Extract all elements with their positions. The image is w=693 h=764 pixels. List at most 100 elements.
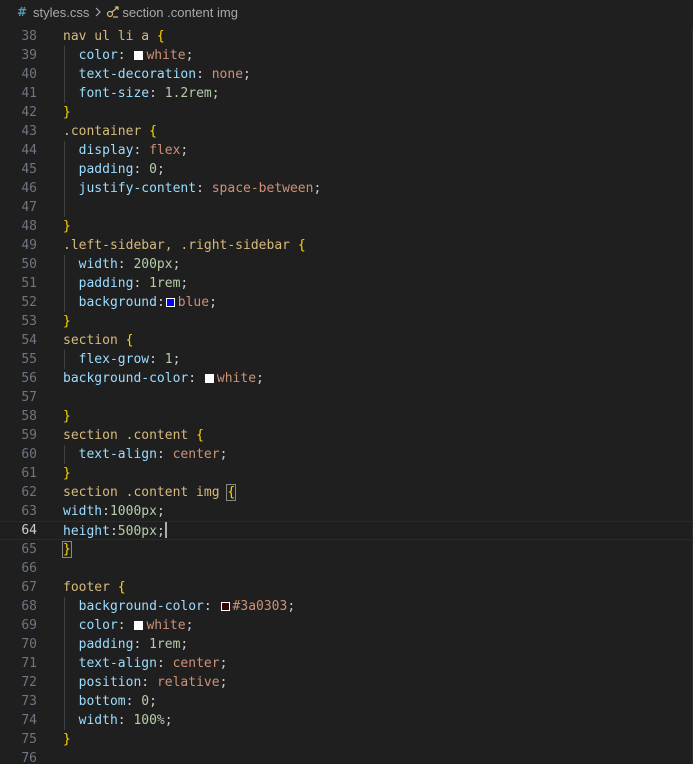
code-line[interactable]: 72 position: relative; [0, 673, 693, 692]
code-line[interactable]: 56 background-color: white; [0, 369, 693, 388]
code-line[interactable]: 40 text-decoration: none; [0, 65, 693, 84]
line-number: 48 [21, 219, 37, 234]
code-line[interactable]: 64 height:500px; [0, 521, 693, 540]
code-token: : [133, 276, 150, 291]
line-number: 58 [21, 409, 37, 424]
code-line[interactable]: 50 width: 200px; [0, 255, 693, 274]
code-line[interactable]: 62 section .content img { [0, 483, 693, 502]
code-line[interactable]: 41 font-size: 1.2rem; [0, 84, 693, 103]
code-line[interactable]: 48} [0, 217, 693, 236]
code-line[interactable]: 73 bottom: 0; [0, 692, 693, 711]
line-number: 62 [21, 485, 37, 500]
line-number: 47 [21, 200, 37, 215]
code-text: flex-grow: 1; [63, 350, 181, 369]
code-text: } [63, 730, 71, 749]
code-line[interactable]: 53} [0, 312, 693, 331]
line-number: 65 [21, 542, 37, 557]
code-text: color: white; [63, 46, 194, 65]
code-token: none [211, 67, 244, 82]
code-token: : [156, 447, 173, 462]
code-text: width:1000px; [63, 502, 165, 521]
code-line[interactable]: 58} [0, 407, 693, 426]
code-token: : [117, 48, 134, 63]
code-text: } [63, 407, 71, 426]
code-line[interactable]: 75} [0, 730, 693, 749]
line-number: 54 [21, 333, 37, 348]
code-line[interactable]: 68 background-color: #3a0303; [0, 597, 693, 616]
code-text: height:500px; [63, 522, 167, 540]
color-swatch[interactable] [134, 51, 144, 60]
line-number: 49 [21, 238, 37, 253]
breadcrumb-file[interactable]: styles.css [33, 5, 89, 20]
code-line[interactable]: 61} [0, 464, 693, 483]
code-line[interactable]: 42} [0, 103, 693, 122]
code-token: nav ul li a [63, 29, 157, 44]
code-text: padding: 0; [63, 160, 165, 179]
code-text: } [63, 464, 71, 483]
code-line[interactable]: 65} [0, 540, 693, 559]
code-line[interactable]: 66 [0, 559, 693, 578]
line-number: 50 [21, 257, 37, 272]
code-line[interactable]: 60 text-align: center; [0, 445, 693, 464]
line-number: 46 [21, 181, 37, 196]
code-token: ; [156, 162, 165, 177]
code-line[interactable]: 44 display: flex; [0, 141, 693, 160]
code-token: : [149, 352, 165, 367]
code-token: center [172, 656, 220, 671]
code-token: background-color [63, 371, 189, 386]
breadcrumb-symbol[interactable]: section .content img [122, 5, 238, 20]
code-token: } [63, 409, 71, 424]
code-text: footer { [63, 578, 126, 597]
code-token: 0 [149, 162, 157, 177]
code-line[interactable]: 52 background: blue; [0, 293, 693, 312]
code-text: padding: 1rem; [63, 274, 189, 293]
code-text: display: flex; [63, 141, 189, 160]
code-line[interactable]: 63 width:1000px; [0, 502, 693, 521]
code-token: : [133, 143, 150, 158]
code-token: ; [185, 618, 194, 633]
code-line[interactable]: 70 padding: 1rem; [0, 635, 693, 654]
code-line[interactable]: 39 color: white; [0, 46, 693, 65]
line-number: 67 [21, 580, 37, 595]
code-token: ; [211, 86, 220, 101]
code-token: width [78, 713, 118, 728]
code-line[interactable]: 38 nav ul li a { [0, 27, 693, 46]
code-line[interactable]: 49 .left-sidebar, .right-sidebar { [0, 236, 693, 255]
color-swatch[interactable] [134, 621, 144, 630]
code-token: : [156, 295, 165, 310]
code-line[interactable]: 45 padding: 0; [0, 160, 693, 179]
code-line[interactable]: 67 footer { [0, 578, 693, 597]
css-selector-icon [106, 0, 120, 24]
code-token: display [78, 143, 134, 158]
code-token: justify-content [78, 181, 197, 196]
code-token: background-color [78, 599, 204, 614]
code-line[interactable]: 69 color: white; [0, 616, 693, 635]
color-swatch[interactable] [204, 374, 214, 383]
code-text: } [63, 217, 71, 236]
code-line[interactable]: 76 [0, 749, 693, 764]
code-token: ; [180, 143, 189, 158]
code-line[interactable]: 55 flex-grow: 1; [0, 350, 693, 369]
code-editor[interactable]: 38 nav ul li a {39 color: white; 40 text-d… [0, 27, 693, 764]
code-token: { [156, 29, 165, 44]
code-token: .left-sidebar, .right-sidebar [63, 238, 298, 253]
code-token: { [297, 238, 306, 253]
code-line[interactable]: 46 justify-content: space-between; [0, 179, 693, 198]
code-token: ; [243, 67, 251, 82]
code-token: color [78, 618, 118, 633]
code-line[interactable]: 51 padding: 1rem; [0, 274, 693, 293]
code-line[interactable]: 59 section .content { [0, 426, 693, 445]
code-line[interactable]: 54 section { [0, 331, 693, 350]
code-text: font-size: 1.2rem; [63, 84, 220, 103]
line-number: 63 [21, 504, 37, 519]
code-token: section .content img [63, 485, 228, 500]
color-swatch[interactable] [220, 602, 230, 611]
code-line[interactable]: 71 text-align: center; [0, 654, 693, 673]
code-line[interactable]: 74 width: 100%; [0, 711, 693, 730]
code-line[interactable]: 57 [0, 388, 693, 407]
color-swatch[interactable] [165, 298, 175, 307]
code-line[interactable]: 43 .container { [0, 122, 693, 141]
code-line[interactable]: 47 [0, 198, 693, 217]
